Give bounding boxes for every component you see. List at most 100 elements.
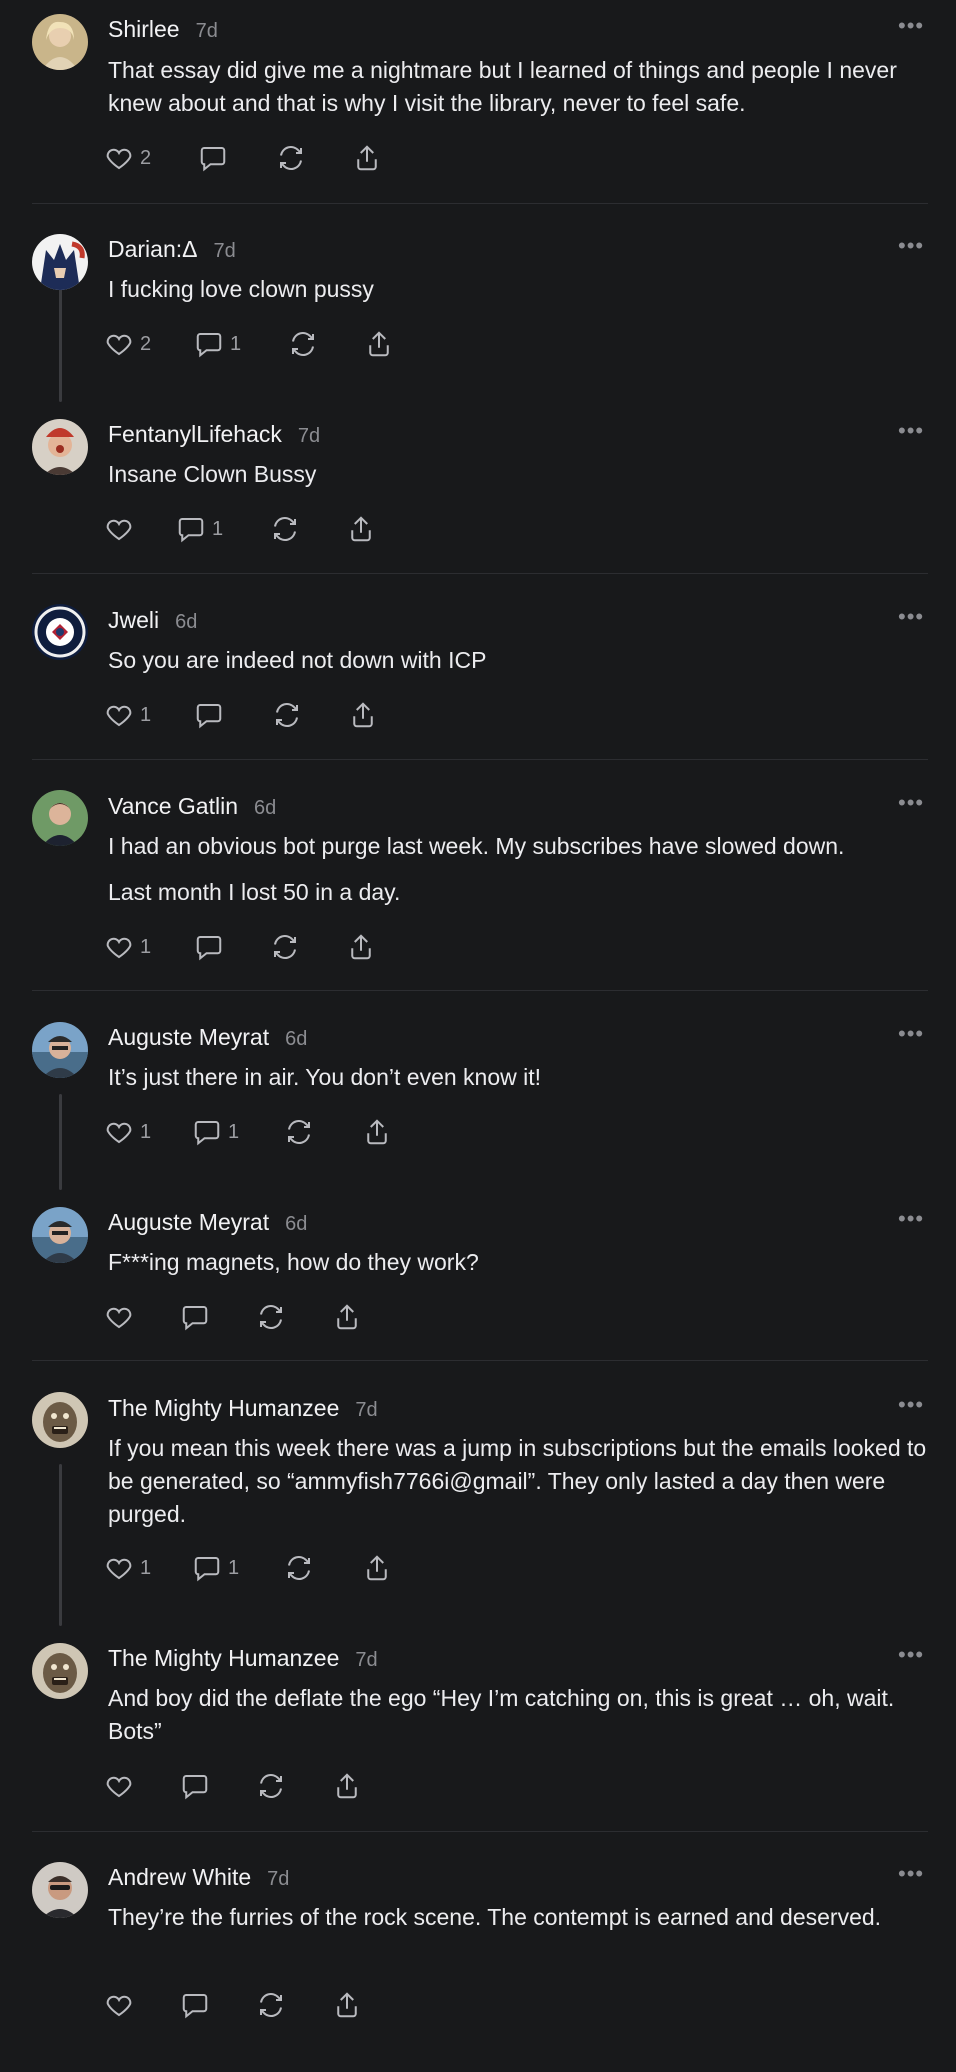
timestamp: 7d — [355, 1649, 378, 1671]
author-name[interactable]: The Mighty Humanzee — [108, 1395, 339, 1422]
share-icon — [337, 1992, 357, 2018]
restack-button[interactable] — [288, 324, 318, 364]
like-button[interactable]: 1 — [104, 1548, 151, 1588]
comment-icon — [182, 1994, 208, 2019]
share-button[interactable] — [362, 1548, 392, 1588]
share-button[interactable] — [352, 138, 382, 178]
reply-button[interactable] — [198, 138, 234, 178]
more-options-icon[interactable]: ••• — [898, 1644, 928, 1675]
share-button[interactable] — [346, 509, 376, 549]
share-button[interactable] — [348, 695, 378, 735]
reply-button[interactable]: 1 — [194, 324, 241, 364]
timestamp: 7d — [213, 240, 236, 262]
comment-icon — [196, 704, 222, 729]
author-name[interactable]: Darian:Δ — [108, 236, 198, 263]
reply-button[interactable] — [194, 695, 230, 735]
more-options-icon[interactable]: ••• — [898, 606, 928, 637]
restack-button[interactable] — [270, 927, 300, 967]
more-options-icon[interactable]: ••• — [898, 420, 928, 451]
restack-icon — [260, 1774, 282, 1798]
like-button[interactable]: 1 — [104, 695, 151, 735]
like-button[interactable]: 2 — [104, 324, 151, 364]
restack-button[interactable] — [256, 1766, 286, 1806]
restack-button[interactable] — [256, 1297, 286, 1337]
avatar[interactable] — [32, 234, 88, 290]
author-name[interactable]: FentanylLifehack — [108, 421, 282, 448]
share-button[interactable] — [364, 324, 394, 364]
reply-button[interactable] — [194, 927, 230, 967]
timestamp: 6d — [175, 611, 198, 633]
avatar[interactable] — [32, 14, 88, 70]
more-options-icon[interactable]: ••• — [898, 1394, 928, 1425]
avatar[interactable] — [32, 419, 88, 475]
restack-button[interactable] — [276, 138, 306, 178]
reply-count: 1 — [230, 332, 242, 355]
share-button[interactable] — [362, 1112, 392, 1152]
more-options-icon[interactable]: ••• — [898, 1023, 928, 1054]
author-name[interactable]: Andrew White — [108, 1864, 251, 1891]
like-button[interactable] — [104, 1985, 140, 2025]
like-button[interactable] — [104, 1766, 140, 1806]
reply-button[interactable] — [180, 1985, 216, 2025]
reply-button[interactable]: 1 — [192, 1112, 239, 1152]
share-icon — [351, 934, 371, 960]
comment-text: I had an obvious bot purge last week. My… — [108, 833, 845, 905]
reply-button[interactable] — [180, 1766, 216, 1806]
more-options-icon[interactable]: ••• — [898, 1208, 928, 1239]
restack-button[interactable] — [270, 509, 300, 549]
author-name[interactable]: Shirlee — [108, 16, 180, 43]
reply-button[interactable] — [180, 1297, 216, 1337]
share-button[interactable] — [332, 1297, 362, 1337]
like-button[interactable]: 2 — [104, 138, 151, 178]
author-name[interactable]: Auguste Meyrat — [108, 1209, 269, 1236]
like-count: 1 — [140, 703, 152, 726]
comment-text: Insane Clown Bussy — [108, 461, 317, 487]
restack-icon — [292, 332, 314, 356]
like-count: 1 — [140, 1120, 152, 1143]
author-name[interactable]: Vance Gatlin — [108, 793, 238, 820]
share-icon — [337, 1304, 357, 1330]
like-button[interactable] — [104, 509, 140, 549]
avatar[interactable] — [32, 604, 88, 660]
avatar[interactable] — [32, 1207, 88, 1263]
share-icon — [357, 145, 377, 171]
restack-button[interactable] — [272, 695, 302, 735]
timestamp: 6d — [285, 1213, 308, 1235]
divider — [32, 990, 928, 991]
comment-text: So you are indeed not down with ICP — [108, 647, 487, 673]
restack-button[interactable] — [256, 1985, 286, 2025]
author-name[interactable]: Jweli — [108, 607, 159, 634]
more-options-icon[interactable]: ••• — [898, 15, 928, 46]
comment-icon — [194, 1121, 220, 1146]
restack-icon — [280, 146, 302, 170]
avatar[interactable] — [32, 1022, 88, 1078]
avatar[interactable] — [32, 1392, 88, 1448]
author-name[interactable]: Auguste Meyrat — [108, 1024, 269, 1051]
more-options-icon[interactable]: ••• — [898, 235, 928, 266]
share-button[interactable] — [346, 927, 376, 967]
like-button[interactable]: 1 — [104, 1112, 151, 1152]
like-button[interactable] — [104, 1297, 140, 1337]
restack-button[interactable] — [284, 1548, 314, 1588]
more-options-icon[interactable]: ••• — [898, 1863, 928, 1894]
restack-button[interactable] — [284, 1112, 314, 1152]
comment-icon — [196, 333, 222, 358]
reply-button[interactable]: 1 — [176, 509, 223, 549]
more-options-icon[interactable]: ••• — [898, 792, 928, 823]
reply-count: 1 — [228, 1556, 240, 1579]
divider — [32, 759, 928, 760]
avatar[interactable] — [32, 790, 88, 846]
comment-text: If you mean this week there was a jump i… — [108, 1435, 927, 1527]
heart-icon — [106, 705, 132, 727]
like-button[interactable]: 1 — [104, 927, 151, 967]
author-name[interactable]: The Mighty Humanzee — [108, 1645, 339, 1672]
avatar[interactable] — [32, 1643, 88, 1699]
comment-text: It’s just there in air. You don’t even k… — [108, 1064, 542, 1090]
share-button[interactable] — [332, 1985, 362, 2025]
heart-icon — [106, 1307, 132, 1329]
avatar[interactable] — [32, 1862, 88, 1918]
heart-icon — [106, 334, 132, 356]
share-button[interactable] — [332, 1766, 362, 1806]
share-icon — [367, 1119, 387, 1145]
reply-button[interactable]: 1 — [192, 1548, 239, 1588]
